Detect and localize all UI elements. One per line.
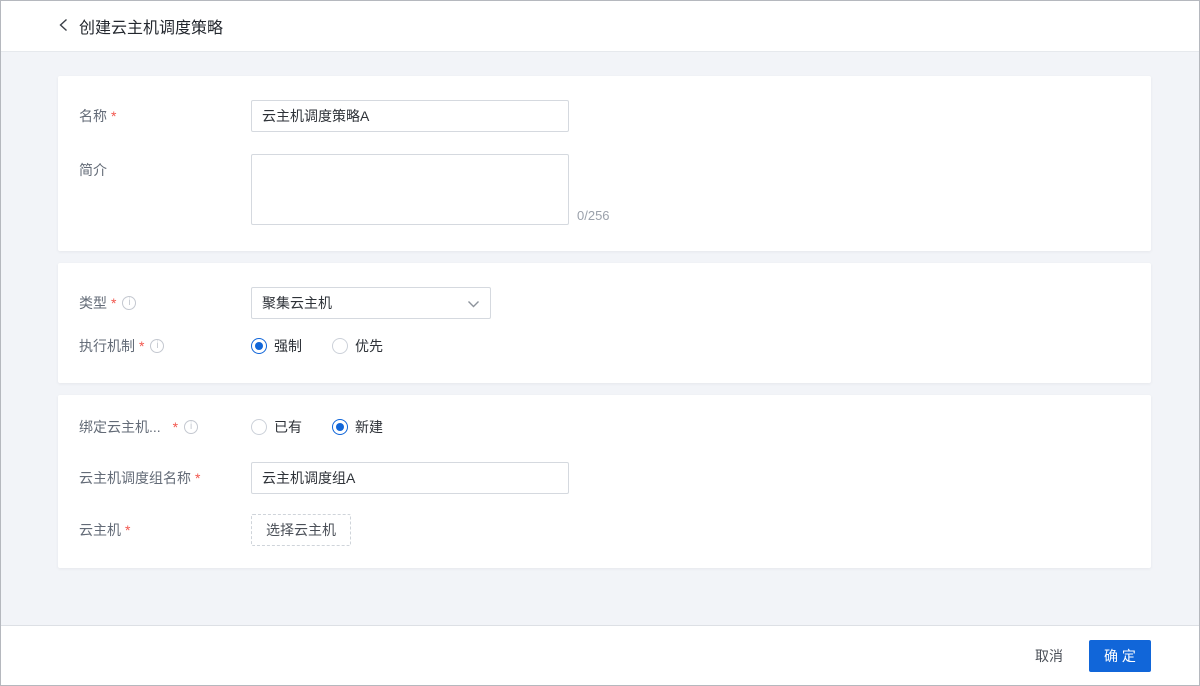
group-name-input[interactable] (251, 462, 569, 494)
type-select-value: 聚集云主机 (262, 293, 332, 313)
host-label: 云主机 * (79, 514, 251, 546)
required-asterisk: * (173, 417, 178, 437)
create-policy-page: 创建云主机调度策略 名称 * 简介 0/256 (0, 0, 1200, 686)
page-header: 创建云主机调度策略 (1, 1, 1199, 52)
footer-bar: 取消 确 定 (1, 625, 1199, 685)
binding-card: 绑定云主机... * i 已有 新建 云主机调度组名 (58, 395, 1151, 568)
type-label: 类型 * i (79, 287, 251, 319)
page-title: 创建云主机调度策略 (79, 14, 223, 38)
cancel-button[interactable]: 取消 (1035, 646, 1063, 666)
group-name-label: 云主机调度组名称 * (79, 462, 251, 494)
required-asterisk: * (125, 514, 130, 546)
radio-mandatory[interactable]: 强制 (251, 336, 302, 356)
mechanism-radio-group: 强制 优先 (251, 336, 413, 356)
required-asterisk: * (195, 462, 200, 494)
name-label: 名称 * (79, 100, 251, 132)
form-content: 名称 * 简介 0/256 类型 * i (1, 52, 1199, 568)
description-label: 简介 (79, 154, 251, 186)
bind-group-label: 绑定云主机... * i (79, 417, 251, 437)
chevron-down-icon (467, 295, 480, 311)
select-host-button[interactable]: 选择云主机 (251, 514, 351, 546)
chevron-left-icon (58, 17, 69, 36)
info-icon[interactable]: i (184, 420, 198, 434)
type-select[interactable]: 聚集云主机 (251, 287, 491, 319)
radio-checked-icon (332, 419, 348, 435)
radio-existing[interactable]: 已有 (251, 417, 302, 437)
name-row: 名称 * (79, 100, 1127, 132)
policy-type-card: 类型 * i 聚集云主机 执行机制 * i (58, 263, 1151, 383)
type-row: 类型 * i 聚集云主机 (79, 287, 1127, 319)
radio-unchecked-icon (251, 419, 267, 435)
description-row: 简介 0/256 (79, 154, 1127, 225)
confirm-button[interactable]: 确 定 (1089, 640, 1151, 672)
info-icon[interactable]: i (150, 339, 164, 353)
required-asterisk: * (139, 336, 144, 356)
bind-group-radio-group: 已有 新建 (251, 417, 413, 437)
bind-group-row: 绑定云主机... * i 已有 新建 (79, 417, 1127, 437)
radio-new[interactable]: 新建 (332, 417, 383, 437)
description-field: 0/256 (251, 154, 610, 225)
basic-info-card: 名称 * 简介 0/256 (58, 76, 1151, 251)
back-button[interactable] (58, 17, 69, 36)
char-counter: 0/256 (577, 208, 610, 223)
group-name-row: 云主机调度组名称 * (79, 462, 1127, 494)
radio-checked-icon (251, 338, 267, 354)
radio-unchecked-icon (332, 338, 348, 354)
radio-priority[interactable]: 优先 (332, 336, 383, 356)
required-asterisk: * (111, 287, 116, 319)
required-asterisk: * (111, 100, 116, 132)
description-textarea[interactable] (251, 154, 569, 225)
mechanism-label: 执行机制 * i (79, 336, 251, 356)
host-row: 云主机 * 选择云主机 (79, 514, 1127, 546)
info-icon[interactable]: i (122, 296, 136, 310)
name-input[interactable] (251, 100, 569, 132)
mechanism-row: 执行机制 * i 强制 优先 (79, 336, 1127, 356)
